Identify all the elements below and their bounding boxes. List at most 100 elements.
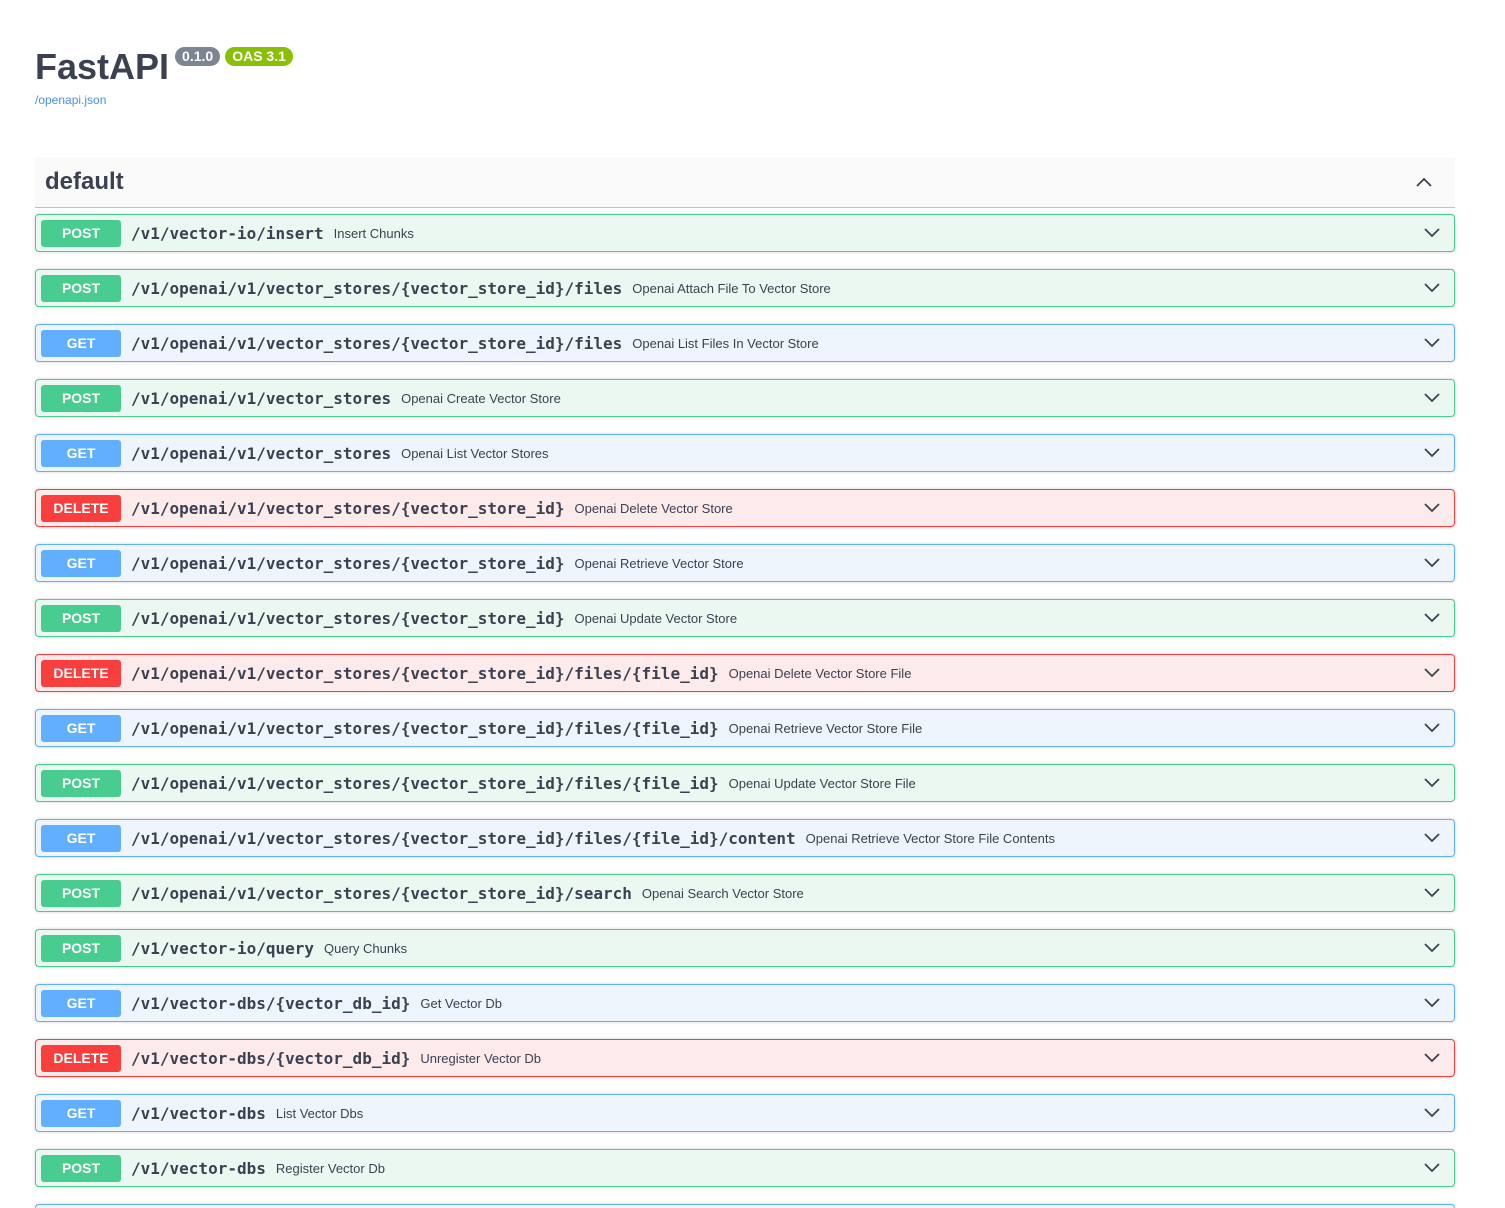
chevron-down-icon[interactable] (1422, 663, 1442, 683)
operation-path: /v1/vector-dbs/{vector_db_id} (131, 1048, 411, 1068)
operation-summary: Openai List Vector Stores (401, 445, 549, 461)
operation-post[interactable]: POST/v1/openai/v1/vector_stores/{vector_… (35, 599, 1455, 637)
operations-list: POST/v1/vector-io/insert Insert Chunks POS… (35, 208, 1455, 1208)
operation-delete[interactable]: DELETE/v1/vector-dbs/{vector_db_id} Unreg… (35, 1039, 1455, 1077)
operation-path: /v1/openai/v1/vector_stores/{vector_stor… (131, 828, 796, 848)
operation-get[interactable]: GET/v1/openai/v1/vector_stores/{vector_s… (35, 544, 1455, 582)
chevron-up-icon[interactable] (1413, 171, 1435, 193)
operation-path: /v1/vector-dbs (131, 1103, 266, 1123)
method-badge: POST (41, 1154, 121, 1182)
operation-summary: Openai Create Vector Store (401, 390, 561, 406)
chevron-down-icon[interactable] (1422, 993, 1442, 1013)
operation-path: /v1/vector-dbs (131, 1158, 266, 1178)
chevron-down-icon[interactable] (1422, 1158, 1442, 1178)
method-badge: POST (41, 274, 121, 302)
chevron-down-icon[interactable] (1422, 1048, 1442, 1068)
operation-path: /v1/vector-dbs/{vector_db_id} (131, 993, 411, 1013)
openapi-json-link[interactable]: /openapi.json (35, 93, 293, 107)
chevron-down-icon[interactable] (1422, 553, 1442, 573)
operation-post[interactable]: POST/v1/openai/v1/vector_stores/{vector_… (35, 874, 1455, 912)
operation-summary: Insert Chunks (333, 225, 414, 241)
chevron-down-icon[interactable] (1422, 388, 1442, 408)
operation-path: /v1/openai/v1/vector_stores/{vector_stor… (131, 278, 623, 298)
operation-path: /v1/openai/v1/vector_stores (131, 443, 392, 463)
method-badge: GET (41, 329, 121, 357)
operation-path: /v1/vector-io/query (131, 938, 315, 958)
operation-summary: List Vector Dbs (275, 1105, 364, 1121)
operation-path: /v1/openai/v1/vector_stores (131, 388, 392, 408)
method-badge: POST (41, 934, 121, 962)
tag-header[interactable]: default (35, 157, 1455, 208)
method-badge: GET (41, 549, 121, 577)
method-badge: GET (41, 1099, 121, 1127)
operation-summary: Openai Delete Vector Store File (728, 665, 912, 681)
api-info: FastAPI 0.1.0 OAS 3.1 /openapi.json (35, 44, 293, 107)
method-badge: GET (41, 714, 121, 742)
operation-get[interactable]: GET/v1/openai/v1/vector_stores/{vector_s… (35, 819, 1455, 857)
operation-get[interactable]: GET/v1/openai/v1/vector_stores/{vector_s… (35, 324, 1455, 362)
chevron-down-icon[interactable] (1422, 1103, 1442, 1123)
chevron-down-icon[interactable] (1422, 333, 1442, 353)
tag-section-default: default POST/v1/vector-io/insert Insert C… (35, 157, 1455, 1208)
operation-summary: Openai Retrieve Vector Store (574, 555, 744, 571)
chevron-down-icon[interactable] (1422, 278, 1442, 298)
operation-summary: Openai Attach File To Vector Store (632, 280, 831, 296)
operation-summary: Register Vector Db (275, 1160, 385, 1176)
operation-get[interactable]: GET/v1/openai/v1/vector_stores Openai Lis… (35, 434, 1455, 472)
method-badge: POST (41, 384, 121, 412)
method-badge: GET (41, 824, 121, 852)
method-badge: DELETE (41, 1044, 121, 1072)
chevron-down-icon[interactable] (1422, 223, 1442, 243)
version-badge: 0.1.0 (175, 47, 221, 66)
method-badge: GET (41, 989, 121, 1017)
operation-path: /v1/openai/v1/vector_stores/{vector_stor… (131, 333, 623, 353)
chevron-down-icon[interactable] (1422, 883, 1442, 903)
operation-path: /v1/vector-io/insert (131, 223, 324, 243)
operation-post[interactable]: POST/v1/vector-io/query Query Chunks (35, 929, 1455, 967)
operation-delete[interactable]: DELETE/v1/openai/v1/vector_stores/{vecto… (35, 489, 1455, 527)
operation-summary: Openai Retrieve Vector Store File (728, 720, 923, 736)
api-title: FastAPI (35, 46, 170, 87)
method-badge: POST (41, 604, 121, 632)
title-row: FastAPI 0.1.0 OAS 3.1 (35, 44, 293, 90)
operation-path: /v1/openai/v1/vector_stores/{vector_stor… (131, 773, 719, 793)
chevron-down-icon[interactable] (1422, 773, 1442, 793)
operation-summary: Openai List Files In Vector Store (632, 335, 819, 351)
operation-path: /v1/openai/v1/vector_stores/{vector_stor… (131, 553, 565, 573)
method-badge: POST (41, 879, 121, 907)
operation-post[interactable]: POST/v1/vector-dbs Register Vector Db (35, 1149, 1455, 1187)
operation-get[interactable]: GET/v1/vector-dbs List Vector Dbs (35, 1094, 1455, 1132)
method-badge: DELETE (41, 659, 121, 687)
oas-badge: OAS 3.1 (225, 47, 293, 66)
operation-summary: Openai Delete Vector Store (574, 500, 733, 516)
operation-post[interactable]: POST/v1/openai/v1/vector_stores/{vector_… (35, 269, 1455, 307)
operation-post[interactable]: POST/v1/openai/v1/vector_stores/{vector_… (35, 764, 1455, 802)
operation-summary: Openai Search Vector Store (641, 885, 804, 901)
chevron-down-icon[interactable] (1422, 498, 1442, 518)
chevron-down-icon[interactable] (1422, 938, 1442, 958)
method-badge: DELETE (41, 494, 121, 522)
operation-get[interactable]: GET/v1/openai/v1/vector_stores/{vector_s… (35, 709, 1455, 747)
method-badge: POST (41, 219, 121, 247)
operation-post[interactable]: POST/v1/openai/v1/vector_stores Openai Cr… (35, 379, 1455, 417)
operation-path: /v1/openai/v1/vector_stores/{vector_stor… (131, 663, 719, 683)
method-badge: GET (41, 439, 121, 467)
operation-path: /v1/openai/v1/vector_stores/{vector_stor… (131, 498, 565, 518)
tag-name: default (45, 168, 124, 195)
operation-summary: Openai Retrieve Vector Store File Conten… (805, 830, 1055, 846)
chevron-down-icon[interactable] (1422, 443, 1442, 463)
operation-get[interactable]: GET/v1/vector-dbs/{vector_db_id} Get Vect… (35, 984, 1455, 1022)
operation-path: /v1/openai/v1/vector_stores/{vector_stor… (131, 608, 565, 628)
operation-path: /v1/openai/v1/vector_stores/{vector_stor… (131, 883, 632, 903)
operation-post[interactable]: POST/v1/vector-io/insert Insert Chunks (35, 214, 1455, 252)
operation-summary: Unregister Vector Db (420, 1050, 542, 1066)
operation-summary: Query Chunks (324, 940, 408, 956)
operation-partial (35, 1204, 1455, 1208)
operation-summary: Openai Update Vector Store File (728, 775, 916, 791)
operation-summary: Openai Update Vector Store (574, 610, 738, 626)
chevron-down-icon[interactable] (1422, 718, 1442, 738)
chevron-down-icon[interactable] (1422, 828, 1442, 848)
operation-delete[interactable]: DELETE/v1/openai/v1/vector_stores/{vecto… (35, 654, 1455, 692)
chevron-down-icon[interactable] (1422, 608, 1442, 628)
operation-summary: Get Vector Db (420, 995, 503, 1011)
